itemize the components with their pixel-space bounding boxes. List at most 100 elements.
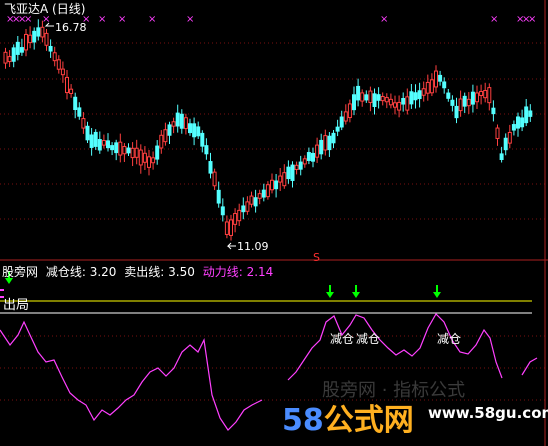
candle-bear (356, 85, 361, 101)
candle-bear (409, 91, 414, 105)
candle-bull (343, 111, 348, 122)
candle-bear (417, 90, 422, 100)
candle-bull (224, 221, 229, 235)
candle-bull (294, 164, 299, 170)
candle-bear (110, 145, 115, 151)
watermark-brand-num: 58 (282, 403, 324, 438)
stock-chart: ×××× × × × × × × × × ××× (0, 0, 548, 446)
candle-bull (429, 79, 434, 94)
candle-bull (60, 68, 65, 76)
candle-bear (93, 131, 98, 147)
candle-bull (3, 51, 8, 64)
candle-bull (212, 171, 217, 187)
candle-bull (380, 96, 385, 102)
candle-bull (130, 147, 135, 159)
candle-bear (352, 94, 356, 111)
signal-arrow-head (433, 292, 441, 298)
candle-bull (101, 139, 106, 146)
candle-bull (479, 90, 484, 97)
candle-bear (114, 142, 119, 154)
candle-bear (520, 117, 525, 128)
signal-x-mark: × (98, 14, 106, 25)
candle-bull (81, 118, 86, 129)
watermark-brand: 58公式网 (282, 395, 414, 439)
candle-bull (24, 33, 28, 51)
signal-x-mark: × (528, 14, 536, 25)
candle-bull (483, 89, 488, 99)
candle-bull (118, 141, 123, 156)
candle-bull (458, 98, 463, 112)
candle-bear (499, 153, 504, 160)
candle-bear (97, 139, 102, 151)
candle-bear (376, 94, 381, 101)
candle-bear (438, 74, 443, 82)
candle-bear (511, 124, 516, 131)
candle-bull (142, 152, 147, 163)
candle-bull (147, 156, 151, 168)
candle-bear (89, 134, 94, 148)
candle-bull (278, 175, 283, 183)
power-line (0, 320, 263, 431)
candle-bear (339, 116, 344, 128)
candle-bear (155, 145, 160, 160)
candle-bear (446, 92, 451, 99)
power-line (287, 313, 503, 381)
candle-bull (151, 157, 156, 164)
candle-bull (138, 149, 143, 166)
sell-line-value: 3.50 (168, 265, 195, 279)
candle-bear (167, 124, 172, 136)
candle-bear (106, 140, 110, 149)
candle-bear (503, 137, 508, 151)
candle-bear (306, 152, 311, 161)
candle-bull (159, 134, 164, 149)
candle-bull (134, 147, 139, 158)
candle-bull (245, 201, 250, 212)
candle-bull (249, 195, 254, 205)
dotted-grid (0, 0, 548, 446)
candle-bear (261, 189, 266, 198)
candle-bull (487, 87, 492, 104)
power-line-value: 2.14 (246, 265, 274, 279)
candle-bear (241, 205, 246, 213)
candle-bear (290, 164, 295, 181)
candle-bear (188, 123, 192, 134)
candle-bull (122, 146, 127, 155)
candle-bull (265, 184, 270, 198)
candle-bull (393, 102, 397, 108)
candle-bear (200, 132, 205, 147)
candle-bear (192, 123, 197, 138)
candle-bull (44, 32, 49, 46)
candle-bull (434, 70, 438, 88)
candle-bull (69, 88, 74, 94)
candle-bear (298, 161, 303, 170)
candle-bull (323, 135, 328, 151)
candle-bull (495, 127, 500, 139)
candle-bear (372, 93, 377, 107)
candle-bear (462, 95, 467, 107)
reduce-line-value: 3.20 (89, 265, 117, 279)
exit-label: 出局 (3, 298, 30, 313)
signal-x-mark: × (490, 14, 498, 25)
candle-bear (454, 105, 459, 119)
low-price-label: 11.09 (237, 240, 269, 253)
candle-bear (126, 147, 131, 154)
candle-bull (475, 92, 479, 103)
candle-bear (286, 166, 291, 180)
candle-bull (40, 26, 45, 38)
candle-bull (384, 97, 389, 103)
candle-bear (311, 152, 315, 162)
reduce-label-1: 减仓 (330, 332, 355, 346)
candle-bull (163, 129, 168, 143)
candle-bear (77, 107, 82, 117)
candle-bull (421, 88, 426, 96)
candle-bear (48, 45, 53, 52)
sell-line-label: 卖出线: (124, 265, 165, 279)
candle-bull (233, 213, 238, 225)
candle-bull (65, 76, 69, 94)
candle-bear (524, 106, 529, 124)
power-line-label: 动力线: (202, 265, 243, 279)
candle-bear (516, 116, 520, 129)
indicator-name: 股旁网 (2, 265, 39, 279)
candle-bull (315, 144, 320, 158)
candle-bear (364, 94, 369, 101)
